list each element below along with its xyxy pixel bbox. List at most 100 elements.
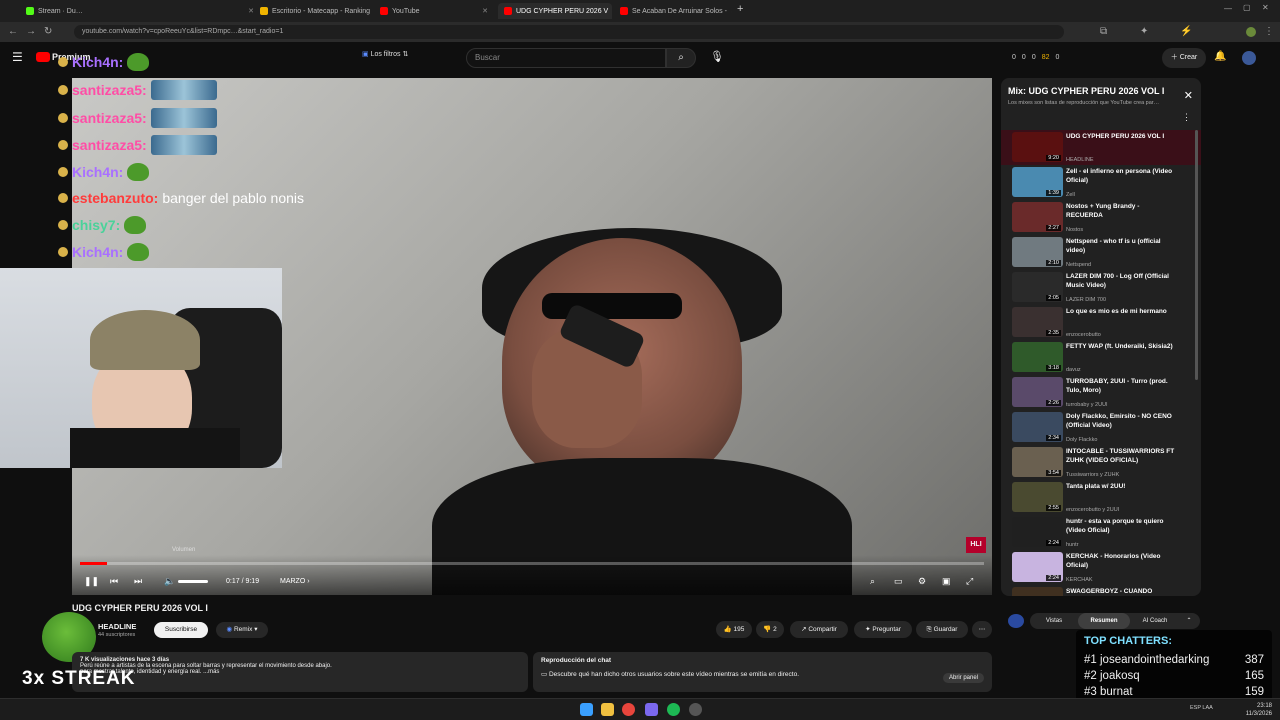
playlist-item[interactable]: 2:24 huntr - esta va porque te quiero (Vi…: [1001, 515, 1201, 550]
tab-resumen[interactable]: Resumen: [1078, 613, 1130, 629]
previous-icon[interactable]: ⏮: [110, 576, 118, 587]
channel-name[interactable]: HEADLINE: [98, 622, 136, 631]
video-thumbnail[interactable]: 2:24: [1012, 552, 1063, 582]
microphone-icon[interactable]: 🎙: [710, 50, 724, 63]
avatar[interactable]: [1242, 51, 1256, 65]
settings-icon[interactable]: ⚙: [918, 576, 926, 587]
video-thumbnail[interactable]: 2:27: [1012, 202, 1063, 232]
subtitles-icon[interactable]: ▭: [894, 576, 903, 587]
create-button[interactable]: ＋ Crear: [1162, 48, 1206, 68]
next-icon[interactable]: ⏭: [134, 576, 142, 587]
playlist-item[interactable]: 2:35 Lo que es mio es de mi hermano enzoce…: [1001, 305, 1201, 340]
video-thumbnail[interactable]: 3:18: [1012, 342, 1063, 372]
windows-start-icon[interactable]: [580, 703, 593, 716]
playlist-item[interactable]: 9:20 UDG CYPHER PERU 2026 VOL I HEADLINE: [1001, 130, 1201, 165]
video-thumbnail[interactable]: 2:10: [1012, 237, 1063, 267]
playlist-item[interactable]: 2:26 TURROBABY, 2UUI - Turro (prod. Tulo,…: [1001, 375, 1201, 410]
obs-icon[interactable]: [689, 703, 702, 716]
clock[interactable]: 23:18 11/3/2026: [1246, 702, 1272, 718]
discord-icon[interactable]: [645, 703, 658, 716]
playlist-title[interactable]: Mix: UDG CYPHER PERU 2026 VOL I: [1008, 86, 1164, 96]
playlist-item[interactable]: 3:54 INTOCABLE - TUSSIWARRIORS FT ZUHK (V…: [1001, 445, 1201, 480]
chapter-label[interactable]: MARZO ›: [280, 578, 310, 585]
maximize-icon[interactable]: ▢: [1243, 3, 1251, 12]
video-thumbnail[interactable]: 3:54: [1012, 447, 1063, 477]
reload-icon[interactable]: ↻: [44, 26, 52, 37]
scrollbar[interactable]: [1195, 130, 1198, 380]
forward-icon[interactable]: →: [26, 26, 36, 37]
video-thumbnail[interactable]: 2:34: [1012, 412, 1063, 442]
extension-icon[interactable]: [1008, 614, 1024, 628]
new-tab-button[interactable]: +: [737, 3, 743, 15]
menu-icon[interactable]: ⋮: [1264, 26, 1274, 37]
video-thumbnail[interactable]: 2:55: [1012, 482, 1063, 512]
remix-button[interactable]: ◉ Remix ▾: [216, 622, 268, 638]
volume-icon[interactable]: 🔈: [164, 576, 175, 587]
tab-ai-coach[interactable]: AI Coach: [1130, 613, 1180, 629]
channel-watermark[interactable]: HLI: [966, 537, 986, 553]
playlist-item[interactable]: SWAGGERBOYZ - CUANDO QUIERO (Video Ofici…: [1001, 585, 1201, 596]
tab-vistas[interactable]: Vistas: [1030, 613, 1078, 629]
miniplayer-icon[interactable]: ▣: [942, 576, 951, 587]
extension-icon[interactable]: ⧉: [1100, 26, 1107, 37]
ai-icon[interactable]: ⌕: [870, 576, 875, 587]
back-icon[interactable]: ←: [8, 26, 18, 37]
video-thumbnail[interactable]: 9:20: [1012, 132, 1063, 162]
spotify-icon[interactable]: [667, 703, 680, 716]
playlist-item-title: TURROBABY, 2UUI - Turro (prod. Tulo, Mor…: [1066, 378, 1168, 394]
playlist-item[interactable]: 2:10 Nettspend - who tf is u (official vi…: [1001, 235, 1201, 270]
video-thumbnail[interactable]: 2:26: [1012, 377, 1063, 407]
open-panel-button[interactable]: Abrir panel: [942, 673, 984, 683]
time-display: 0:17 / 9:19: [226, 578, 260, 585]
more-button[interactable]: ⋯: [972, 621, 992, 638]
playlist-item[interactable]: 1:39 Zell - el infierno en persona (Video…: [1001, 165, 1201, 200]
window-close-icon[interactable]: ✕: [1262, 3, 1269, 12]
hamburger-icon[interactable]: ☰: [12, 50, 23, 64]
like-button[interactable]: 👍 195: [716, 621, 752, 638]
dislike-button[interactable]: 👎 2: [756, 621, 784, 638]
volume-slider[interactable]: [178, 580, 208, 583]
video-thumbnail[interactable]: 1:39: [1012, 167, 1063, 197]
playlist-item[interactable]: 3:18 FETTY WAP (ft. Underaiki, Skisia2) da…: [1001, 340, 1201, 375]
extension-icon[interactable]: ⚡: [1180, 26, 1192, 37]
filters-button[interactable]: ▣ Los filtros ⇅: [362, 50, 408, 58]
minimize-icon[interactable]: —: [1224, 4, 1232, 13]
video-thumbnail[interactable]: [1012, 587, 1063, 596]
ask-button[interactable]: ✦ Preguntar: [854, 621, 912, 638]
chrome-icon[interactable]: [622, 703, 635, 716]
more-icon[interactable]: ⋮: [1182, 112, 1191, 123]
language-indicator[interactable]: ESP LAA: [1190, 705, 1213, 711]
share-button[interactable]: ↗ Compartir: [790, 621, 848, 638]
playlist-item[interactable]: 2:24 KERCHAK - Honorarios (Video Oficial)…: [1001, 550, 1201, 585]
playlist-item[interactable]: 2:27 Nostos + Yung Brandy - RECUERDA Nosto…: [1001, 200, 1201, 235]
close-icon[interactable]: ✕: [482, 7, 488, 15]
close-icon[interactable]: ✕: [1184, 89, 1193, 102]
profile-avatar[interactable]: [1246, 27, 1256, 37]
chat-badge-icon: [58, 85, 68, 95]
search-input[interactable]: Buscar: [466, 48, 666, 68]
progress-bar[interactable]: [80, 562, 984, 565]
bell-icon[interactable]: 🔔: [1214, 51, 1226, 62]
description-box[interactable]: 7 K visualizaciones hace 3 días Perú reú…: [72, 652, 528, 692]
browser-tab[interactable]: Se Acaban De Arruinar Solos - ✕: [614, 3, 732, 19]
volume-tooltip: Volumen: [172, 547, 196, 553]
save-button[interactable]: ⎘ Guardar: [916, 621, 968, 638]
fullscreen-icon[interactable]: ⤢: [966, 576, 973, 587]
video-thumbnail[interactable]: 2:24: [1012, 517, 1063, 547]
browser-tab-active[interactable]: UDG CYPHER PERU 2026 V ✕: [498, 3, 612, 19]
youtube-logo-icon[interactable]: [36, 52, 50, 62]
subscribe-button[interactable]: Suscribirse: [154, 622, 208, 638]
chat-message: chisy7:: [58, 216, 147, 234]
video-thumbnail[interactable]: 2:35: [1012, 307, 1063, 337]
playlist-item[interactable]: 2:55 Tanta plata w/ 2UU! enzocerobutto y 2…: [1001, 480, 1201, 515]
extension-icon[interactable]: ✦: [1140, 26, 1148, 37]
file-explorer-icon[interactable]: [601, 703, 614, 716]
chevron-up-icon[interactable]: ⌃: [1180, 613, 1198, 629]
pause-icon[interactable]: ❚❚: [84, 576, 99, 587]
playlist-item[interactable]: 2:05 LAZER DIM 700 - Log Off (Official Mu…: [1001, 270, 1201, 305]
search-button[interactable]: ⌕: [666, 48, 696, 68]
video-thumbnail[interactable]: 2:05: [1012, 272, 1063, 302]
browser-tab[interactable]: YouTube ✕: [374, 3, 494, 19]
close-icon[interactable]: ✕: [731, 7, 732, 15]
playlist-item[interactable]: 2:34 Doly Flackko, Emirsito - NO CENO (Of…: [1001, 410, 1201, 445]
